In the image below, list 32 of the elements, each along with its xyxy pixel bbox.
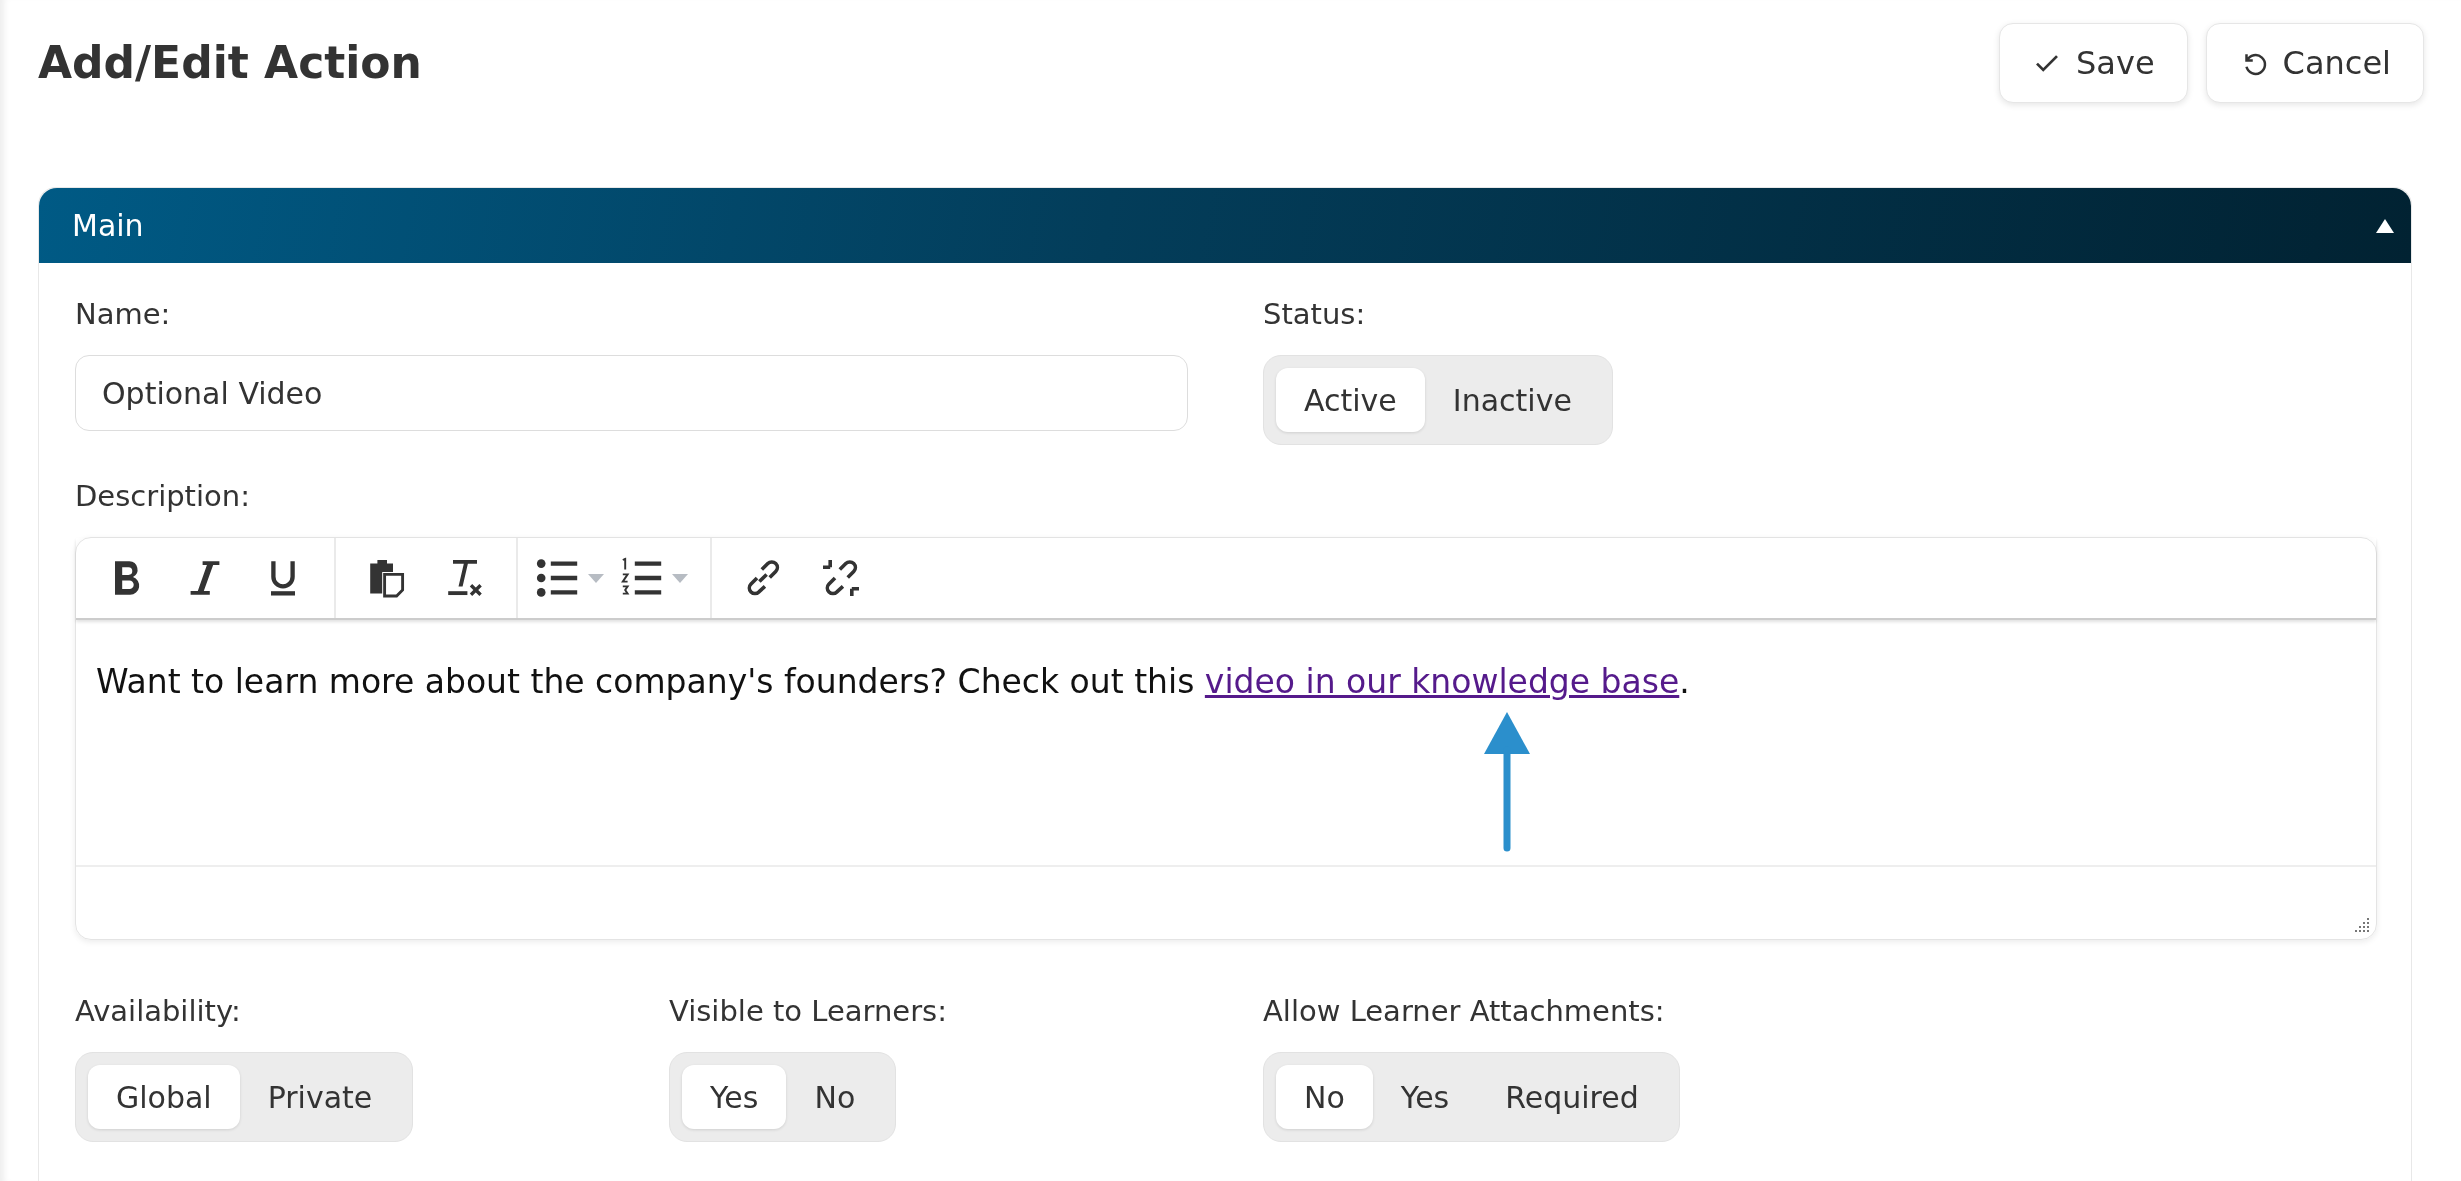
resize-grip-icon[interactable] <box>2352 915 2370 933</box>
page-title: Add/Edit Action <box>38 37 422 88</box>
status-option[interactable]: Active <box>1276 368 1425 432</box>
cancel-button[interactable]: Cancel <box>2205 22 2424 103</box>
clipboard-icon <box>367 557 407 599</box>
toggle-option[interactable]: Yes <box>682 1065 787 1129</box>
broken-link-icon <box>820 557 862 599</box>
caret-icon <box>588 573 604 583</box>
status-option[interactable]: Inactive <box>1424 368 1600 432</box>
field-label: Visible to Learners: <box>669 994 948 1028</box>
field-label: Availability: <box>75 994 242 1028</box>
field-label: Name: <box>75 297 172 331</box>
knowledge-base-link[interactable]: video in our knowledge base <box>1204 662 1680 701</box>
field-label: Status: <box>1263 297 1367 331</box>
field-label: Description: <box>75 479 251 513</box>
toggle-option[interactable]: Yes <box>1372 1065 1478 1129</box>
toggle-option[interactable]: Private <box>239 1065 401 1129</box>
collapse-icon[interactable] <box>2375 217 2395 234</box>
toggle-option[interactable]: No <box>1276 1065 1373 1129</box>
panel-header[interactable]: Main <box>39 188 2411 263</box>
save-button[interactable]: Save <box>1999 22 2188 103</box>
toggle-option[interactable]: No <box>786 1065 884 1129</box>
italic-icon <box>188 558 222 598</box>
clear-formatting-icon <box>445 557 485 599</box>
bulleted-list-icon <box>536 557 580 599</box>
toggle-option[interactable]: Required <box>1477 1065 1667 1129</box>
caret-icon <box>672 573 688 583</box>
panel-title: Main <box>72 208 144 243</box>
description-text: Want to learn more about the company's founders? Check out this video in our knowledge base. <box>95 661 1691 701</box>
name-input-field[interactable]: Optional Video <box>75 355 1188 431</box>
toggle-option[interactable]: Global <box>88 1065 240 1129</box>
field-label: Allow Learner Attachments: <box>1263 994 1666 1028</box>
